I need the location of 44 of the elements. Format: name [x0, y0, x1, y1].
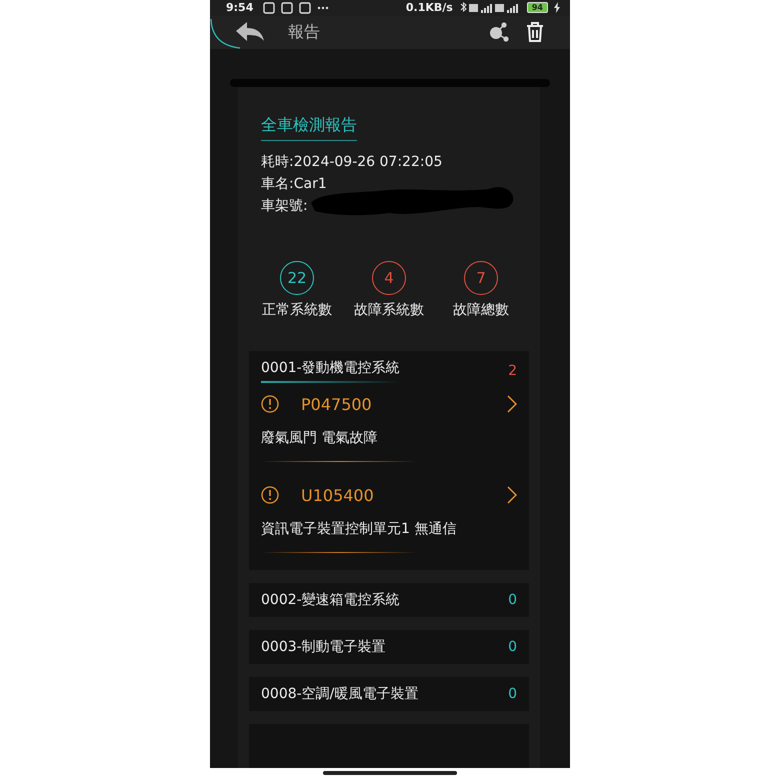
- warning-icon: [261, 486, 279, 504]
- report-info: 車名:Car1: [261, 176, 327, 192]
- system-name: 0008-空調/暖風電子裝置: [261, 685, 418, 703]
- stat-count: 22: [280, 261, 314, 295]
- more-icon: [317, 6, 330, 10]
- report-info: 車架號:: [261, 198, 308, 214]
- notification-icon: [299, 2, 312, 14]
- report-info: 耗時:2024-09-26 07:22:05: [261, 154, 442, 170]
- fault-count: 2: [508, 363, 517, 379]
- system-card[interactable]: 0008-空調/暖風電子裝置 0: [249, 677, 529, 711]
- network-speed: 0.1KB/s: [406, 1, 453, 14]
- notification-icon: [281, 2, 294, 14]
- delete-icon[interactable]: [526, 22, 544, 42]
- signal-icons: [458, 2, 521, 14]
- system-name: 0001-發動機電控系統: [261, 359, 400, 383]
- status-time: 9:54: [226, 1, 254, 14]
- fault-description: 資訊電子裝置控制單元1 無通信: [261, 520, 458, 538]
- system-card[interactable]: 0001-發動機電控系統 2 P047500 廢氣風門 電氣故障 U105400 資訊電子裝置控制單元1 無通信: [249, 351, 529, 570]
- battery-indicator: 94: [526, 2, 548, 14]
- system-name: 0003-制動電子裝置: [261, 638, 386, 656]
- page-title: 報告: [288, 22, 320, 43]
- fault-count: 0: [508, 686, 517, 702]
- fault-code: U105400: [301, 486, 374, 504]
- stat-label: 故障總數: [453, 301, 509, 319]
- back-icon[interactable]: [236, 22, 264, 42]
- system-card[interactable]: 0003-制動電子裝置 0: [249, 630, 529, 664]
- system-card[interactable]: 0002-變速箱電控系統 0: [249, 583, 529, 617]
- chevron-right-icon[interactable]: [507, 486, 517, 504]
- accent-arc: [210, 19, 240, 49]
- warning-icon: [261, 395, 279, 413]
- share-icon[interactable]: [488, 21, 510, 44]
- chevron-right-icon[interactable]: [507, 395, 517, 413]
- stat-count: 4: [372, 261, 406, 295]
- fault-description: 廢氣風門 電氣故障: [261, 429, 378, 447]
- system-name: 0002-變速箱電控系統: [261, 591, 400, 609]
- stat-label: 故障系統數: [354, 301, 424, 319]
- fault-code: P047500: [301, 394, 372, 414]
- fault-count: 0: [508, 639, 517, 655]
- fault-count: 0: [508, 592, 517, 608]
- stat-label: 正常系統數: [262, 301, 332, 319]
- charging-icon: [554, 2, 560, 14]
- notification-icon: [263, 2, 276, 14]
- stat-count: 7: [464, 261, 498, 295]
- report-title: 全車檢測報告: [261, 115, 357, 141]
